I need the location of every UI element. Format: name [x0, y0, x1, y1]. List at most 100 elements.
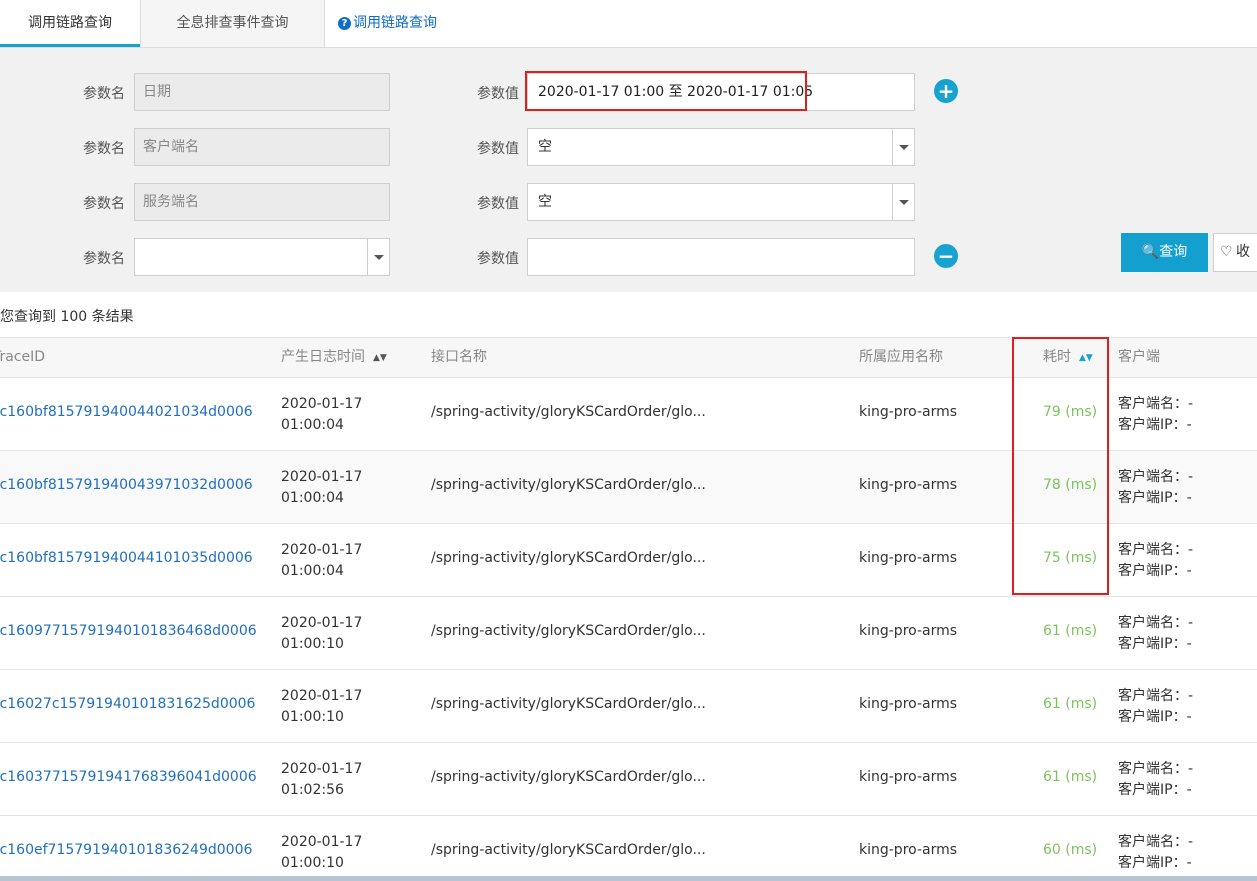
- api-name: /spring-activity/gloryKSCardOrder/glo...: [431, 404, 706, 420]
- app-name: king-pro-arms: [859, 696, 958, 712]
- header-log-time-label: 产生日志时间: [281, 349, 365, 365]
- trace-id-link[interactable]: ac160bf815791940044021034d0006: [0, 404, 253, 420]
- param-value-label: 参数值: [477, 141, 519, 157]
- log-date: 2020-01-17: [281, 834, 363, 850]
- client-ip: 客户端IP：-: [1118, 417, 1192, 433]
- favorite-button[interactable]: ♡ 收: [1213, 233, 1257, 272]
- api-name: /spring-activity/gloryKSCardOrder/glo...: [431, 696, 706, 712]
- sort-icon[interactable]: ▲▼: [1079, 339, 1093, 378]
- trace-id-link[interactable]: ac16027c15791940101831625d0006: [0, 696, 255, 712]
- query-button-label: 查询: [1159, 244, 1188, 260]
- api-name: /spring-activity/gloryKSCardOrder/glo...: [431, 842, 706, 858]
- log-date: 2020-01-17: [281, 542, 363, 558]
- duration: 61 (ms): [1043, 769, 1098, 785]
- trace-id-link[interactable]: ac160bf815791940043971032d0006: [0, 477, 253, 493]
- remove-filter-button[interactable]: −: [934, 244, 958, 268]
- date-range-input[interactable]: 2020-01-17 01:00 至 2020-01-17 01:05: [527, 73, 915, 111]
- tab-event-query[interactable]: 全息排查事件查询: [140, 0, 325, 47]
- table-row: ac160bf815791940044021034d0006 2020-01-1…: [0, 378, 1257, 451]
- client-name-select-value: 空: [538, 139, 552, 155]
- param-value-label: 参数值: [477, 251, 519, 267]
- result-count: 您查询到 100 条结果: [0, 309, 134, 325]
- log-date: 2020-01-17: [281, 396, 363, 412]
- log-clock: 01:00:04: [281, 417, 344, 433]
- duration: 60 (ms): [1043, 842, 1098, 858]
- client-name: 客户端名：-: [1118, 396, 1194, 412]
- log-clock: 01:00:10: [281, 709, 344, 725]
- duration: 61 (ms): [1043, 623, 1098, 639]
- taskbar-strip: [0, 876, 1257, 881]
- filter-panel: 参数名 日期 参数值 2020-01-17 01:00 至 2020-01-17…: [0, 48, 1257, 292]
- app-name: king-pro-arms: [859, 550, 958, 566]
- param-name-label: 参数名: [83, 196, 125, 212]
- app-name: king-pro-arms: [859, 477, 958, 493]
- log-clock: 01:00:10: [281, 636, 344, 652]
- client-info: 客户端名：- 客户端IP：-: [1118, 759, 1193, 801]
- api-name: /spring-activity/gloryKSCardOrder/glo...: [431, 769, 706, 785]
- client-ip: 客户端IP：-: [1118, 855, 1192, 871]
- help-link[interactable]: ? 调用链路查询: [338, 12, 437, 32]
- client-name: 客户端名：-: [1118, 469, 1194, 485]
- client-info: 客户端名：- 客户端IP：-: [1118, 832, 1193, 874]
- trace-id-link[interactable]: ac160ef715791940101836249d0006: [0, 842, 252, 858]
- tab-trace-query[interactable]: 调用链路查询: [0, 0, 140, 47]
- client-info: 客户端名：- 客户端IP：-: [1118, 686, 1193, 728]
- header-client: 客户端: [1118, 349, 1160, 365]
- param-value-label: 参数值: [477, 196, 519, 212]
- log-time: 2020-01-17 01:00:10: [281, 613, 362, 655]
- trace-id-link[interactable]: ac1609771579194010183646​8d0006: [0, 623, 257, 639]
- server-name-select-value: 空: [538, 194, 552, 210]
- param-name-field-server: 服务端名: [134, 183, 390, 221]
- header-app-name: 所属应用名称: [859, 349, 943, 365]
- heart-icon: ♡: [1220, 244, 1233, 260]
- api-name: /spring-activity/gloryKSCardOrder/glo...: [431, 623, 706, 639]
- header-log-time[interactable]: 产生日志时间 ▲▼: [281, 338, 387, 378]
- client-info: 客户端名：- 客户端IP：-: [1118, 394, 1193, 436]
- client-name: 客户端名：-: [1118, 542, 1194, 558]
- add-filter-button[interactable]: +: [934, 79, 958, 103]
- header-duration[interactable]: 耗时 ▲▼: [1043, 338, 1093, 378]
- client-ip: 客户端IP：-: [1118, 636, 1192, 652]
- duration: 75 (ms): [1043, 550, 1098, 566]
- client-info: 客户端名：- 客户端IP：-: [1118, 613, 1193, 655]
- client-name: 客户端名：-: [1118, 615, 1194, 631]
- app-name: king-pro-arms: [859, 769, 958, 785]
- log-time: 2020-01-17 01:00:04: [281, 540, 362, 582]
- client-ip: 客户端IP：-: [1118, 782, 1192, 798]
- param-value-input[interactable]: [527, 238, 915, 276]
- trace-id-link[interactable]: ac16037715791941768396041d0006: [0, 769, 257, 785]
- header-trace-id: TraceID: [0, 349, 46, 365]
- client-ip: 客户端IP：-: [1118, 709, 1192, 725]
- param-name-select[interactable]: [134, 238, 390, 276]
- server-name-select[interactable]: 空: [527, 183, 915, 221]
- client-name-select[interactable]: 空: [527, 128, 915, 166]
- plus-circle-icon: +: [937, 79, 955, 103]
- duration: 78 (ms): [1043, 477, 1098, 493]
- log-clock: 01:00:04: [281, 563, 344, 579]
- table-row: ac160ef715791940101836249d0006 2020-01-1…: [0, 816, 1257, 876]
- param-name-field-client: 客户端名: [134, 128, 390, 166]
- log-time: 2020-01-17 01:02:56: [281, 759, 362, 801]
- favorite-button-label: 收: [1236, 244, 1250, 260]
- app-name: king-pro-arms: [859, 404, 958, 420]
- header-api-name: 接口名称: [431, 349, 487, 365]
- search-icon: 🔍: [1141, 244, 1160, 260]
- trace-id-link[interactable]: ac160bf815791940044101035d0006: [0, 550, 253, 566]
- sort-icon[interactable]: ▲▼: [373, 339, 387, 378]
- query-button[interactable]: 🔍查询: [1121, 233, 1208, 272]
- param-name-field-date: 日期: [134, 73, 390, 111]
- param-name-label: 参数名: [83, 86, 125, 102]
- log-time: 2020-01-17 01:00:10: [281, 832, 362, 874]
- table-row: ac160bf815791940044101035d0006 2020-01-1…: [0, 524, 1257, 597]
- param-name-label: 参数名: [83, 251, 125, 267]
- log-time: 2020-01-17 01:00:04: [281, 394, 362, 436]
- table-row: ac160bf815791940043971032d0006 2020-01-1…: [0, 451, 1257, 524]
- log-time: 2020-01-17 01:00:10: [281, 686, 362, 728]
- log-clock: 01:00:04: [281, 490, 344, 506]
- log-clock: 01:02:56: [281, 782, 344, 798]
- log-date: 2020-01-17: [281, 688, 363, 704]
- table-row: ac16037715791941768396041d0006 2020-01-1…: [0, 743, 1257, 816]
- client-name: 客户端名：-: [1118, 688, 1194, 704]
- param-name-label: 参数名: [83, 141, 125, 157]
- duration: 61 (ms): [1043, 696, 1098, 712]
